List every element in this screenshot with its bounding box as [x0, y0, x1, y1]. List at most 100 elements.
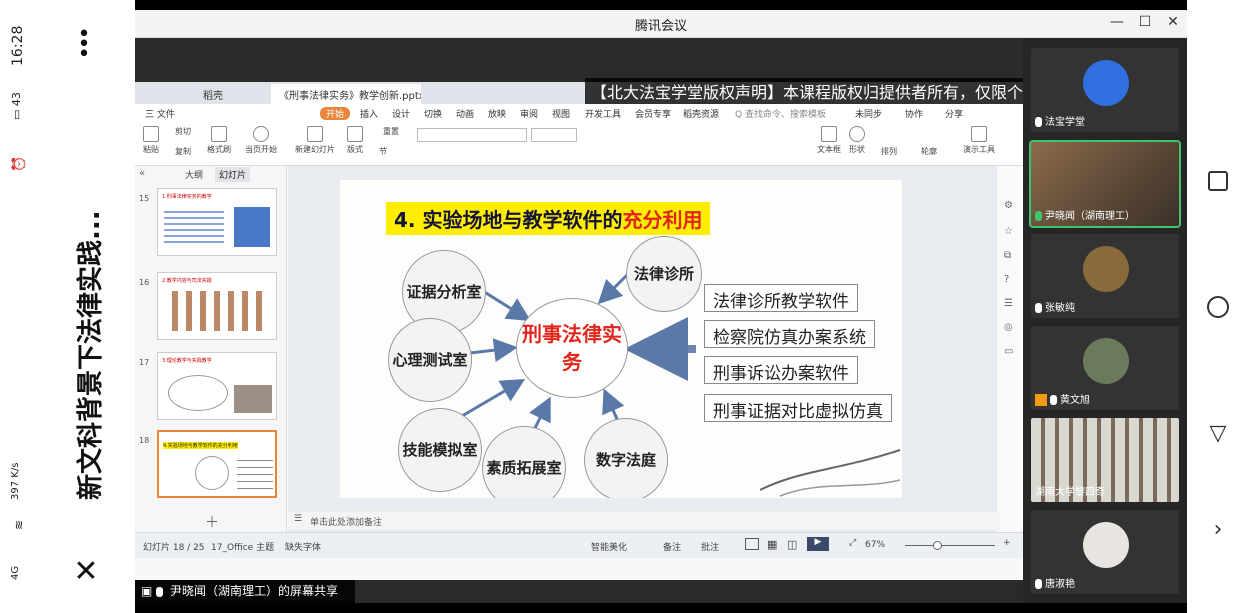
shape-button[interactable]: 形状 — [849, 126, 865, 155]
minimize-icon[interactable]: — — [1107, 14, 1127, 34]
close-window-icon[interactable]: ✕ — [1163, 14, 1183, 34]
fit-icon[interactable]: ⤢ — [849, 538, 856, 548]
tab-document[interactable]: 《刑事法律实务》教学创新.pptx — [271, 84, 421, 104]
menu-insert[interactable]: 插入 — [360, 107, 378, 120]
outline-button[interactable]: 轮廓 — [921, 146, 937, 157]
decorative-ink-branch — [760, 449, 901, 497]
avatar — [1083, 522, 1129, 568]
participant-tile[interactable]: 唐淑艳 — [1031, 510, 1179, 594]
font-name-select[interactable] — [417, 128, 527, 142]
meeting-window: 腾讯会议 — ☐ ✕ 稻壳 《刑事法律实务》教学创新.pptx 【北大法宝学堂版… — [135, 10, 1187, 603]
reading-view-icon[interactable]: ◫ — [787, 538, 797, 551]
screen-icon: ▣ — [141, 584, 153, 598]
back-icon[interactable]: ▽ — [1201, 416, 1235, 450]
font-size-select[interactable] — [531, 128, 577, 142]
menu-file[interactable]: 三 文件 — [145, 107, 175, 120]
menu-share[interactable]: 分享 — [945, 107, 963, 120]
zoom-slider-handle[interactable] — [933, 541, 942, 550]
add-slide-icon[interactable]: ＋ — [205, 512, 219, 532]
menu-home[interactable]: 开始 — [320, 107, 351, 120]
tab-slides[interactable]: 幻灯片 — [215, 167, 251, 182]
reset-button[interactable]: 重置 — [383, 126, 399, 137]
play-current-button[interactable]: 当页开始 — [245, 126, 277, 155]
help-icon[interactable]: ? — [1004, 274, 1009, 285]
cut-button[interactable]: 剪切 — [175, 126, 191, 137]
list-icon[interactable]: ☰ — [1004, 298, 1013, 309]
participant-tile[interactable]: 黄文旭 — [1031, 326, 1179, 410]
mic-icon — [156, 586, 164, 597]
thumb-image — [234, 385, 272, 413]
menu-member[interactable]: 会员专享 — [635, 107, 671, 120]
menu-transition[interactable]: 切换 — [424, 107, 442, 120]
thumb-content — [168, 375, 228, 411]
slide-thumb[interactable]: 1.刑事法律实务的教学 — [157, 188, 277, 256]
book-icon[interactable]: ▭ — [1004, 346, 1013, 357]
chevron-right-icon[interactable]: › — [1201, 512, 1235, 546]
location-icon[interactable]: ◎ — [1004, 322, 1013, 333]
comment-button[interactable]: 批注 — [701, 540, 719, 553]
copy-icon[interactable]: ⧉ — [1004, 250, 1011, 261]
thumb-content — [195, 456, 229, 490]
participant-tile[interactable]: 湖南大学黎四奇 — [1031, 418, 1179, 502]
normal-view-icon[interactable] — [745, 538, 759, 550]
battery-icon: ▭ — [10, 109, 23, 120]
textbox-button[interactable]: 文本框 — [817, 126, 841, 155]
play-slideshow-button[interactable]: ▶ — [807, 537, 829, 551]
play-icon — [253, 126, 269, 142]
notes-button[interactable]: 备注 — [663, 540, 681, 553]
star-icon[interactable]: ☆ — [1004, 226, 1013, 237]
menu-devtools[interactable]: 开发工具 — [585, 107, 621, 120]
home-icon[interactable] — [1201, 290, 1235, 324]
slide-thumb[interactable]: 2.教学内容与司法实践 — [157, 272, 277, 340]
smart-beautify-button[interactable]: 智能美化 — [591, 540, 627, 553]
brush-icon — [211, 126, 227, 142]
close-icon[interactable]: ✕ — [70, 556, 102, 588]
layout-button[interactable]: 版式 — [347, 126, 363, 155]
zoom-slider[interactable] — [905, 545, 995, 546]
maximize-icon[interactable]: ☐ — [1135, 14, 1155, 34]
share-top-strip — [135, 38, 1023, 82]
menu-animation[interactable]: 动画 — [456, 107, 474, 120]
menu-slideshow[interactable]: 放映 — [488, 107, 506, 120]
zoom-in-icon[interactable]: + — [1003, 538, 1011, 548]
format-painter-button[interactable]: 格式刷 — [207, 126, 231, 155]
notes-bar[interactable]: ☰ 单击此处添加备注 — [288, 512, 1000, 530]
copy-button[interactable]: 复制 — [175, 146, 191, 157]
menu-collab[interactable]: 协作 — [905, 107, 923, 120]
rotated-status-bar: 16:28 ▭ 43 ⏰ 397 K/s ≋ 4G 新文科背景下法律实践... … — [0, 0, 135, 613]
thumb-number: 16 — [139, 278, 150, 287]
slide-thumb-selected[interactable]: 4.实验场地与教学软件的充分利用 — [157, 430, 277, 498]
participant-tile-speaking[interactable]: 尹晓闻（湖南理工） — [1029, 140, 1181, 228]
participant-tile[interactable]: 张敏纯 — [1031, 234, 1179, 318]
menu-review[interactable]: 审阅 — [520, 107, 538, 120]
tab-outline[interactable]: 大纲 — [185, 168, 203, 181]
node-psych-lab: 心理测试室 — [388, 318, 472, 402]
settings-icon[interactable]: ⚙ — [1004, 200, 1013, 211]
present-tools-button[interactable]: 演示工具 — [963, 126, 995, 155]
slide-thumbnail-panel: « 大纲 幻灯片 15 1.刑事法律实务的教学 16 2.教学内容与司法实践 1… — [135, 166, 287, 542]
recents-icon[interactable] — [1201, 164, 1235, 198]
mic-icon — [1035, 303, 1042, 313]
collapse-panel-icon[interactable]: « — [139, 168, 145, 179]
logo-avatar — [1083, 60, 1129, 106]
menu-docer[interactable]: 稻壳资源 — [683, 107, 719, 120]
participant-tile[interactable]: 法宝学堂 — [1031, 48, 1179, 132]
menu-view[interactable]: 视图 — [552, 107, 570, 120]
more-menu-icon[interactable]: • • • — [72, 24, 96, 66]
section-button[interactable]: 节 — [379, 146, 387, 157]
search-command[interactable]: Q 查找命令、搜索模板 — [735, 107, 826, 120]
new-slide-button[interactable]: 新建幻灯片 — [295, 126, 335, 155]
slide-thumb[interactable]: 3.理论教学与实践教学 — [157, 352, 277, 420]
tab-home[interactable]: 稻壳 — [195, 84, 231, 104]
paste-button[interactable]: 粘贴 — [143, 126, 159, 155]
menu-design[interactable]: 设计 — [392, 107, 410, 120]
rotated-nav-bar: ▽ › — [1187, 0, 1250, 613]
avatar — [1083, 246, 1129, 292]
thumb-number: 15 — [139, 194, 150, 203]
new-slide-icon — [307, 126, 323, 142]
missing-font-button[interactable]: 缺失字体 — [285, 540, 321, 553]
grid-view-icon[interactable]: ▦ — [767, 538, 777, 551]
menu-unsynced[interactable]: 未同步 — [855, 107, 882, 120]
arrange-button[interactable]: 排列 — [881, 146, 897, 157]
shared-screen: 稻壳 《刑事法律实务》教学创新.pptx 【北大法宝学堂版权声明】本课程版权归提… — [135, 38, 1023, 580]
